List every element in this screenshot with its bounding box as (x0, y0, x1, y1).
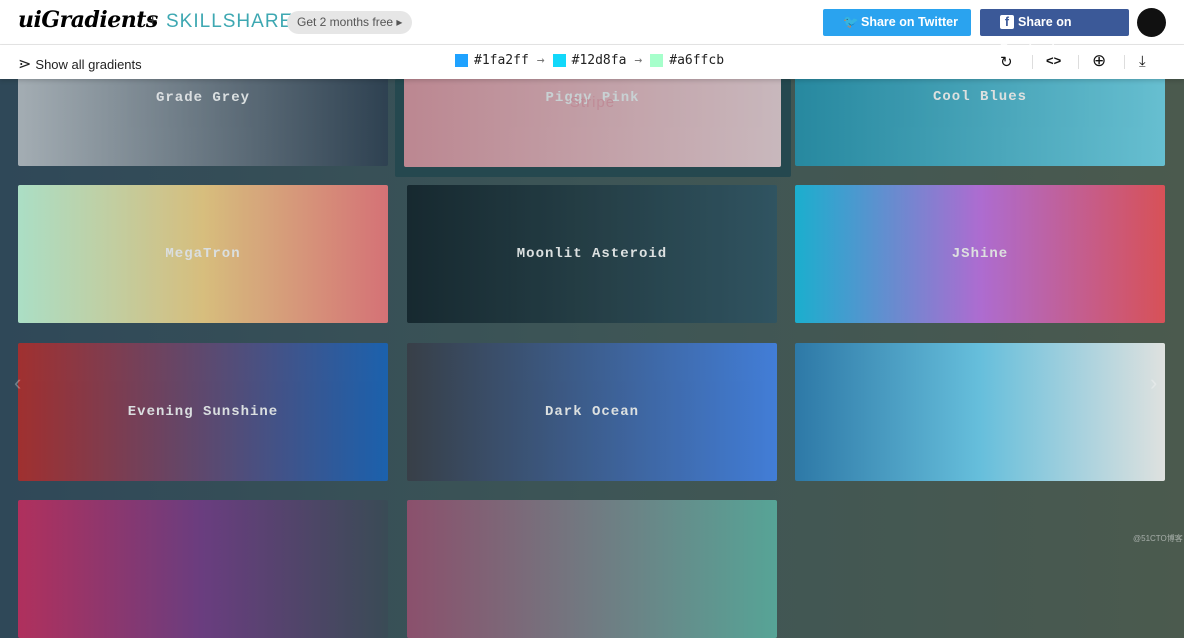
gradient-card[interactable]: MegaTron (18, 185, 388, 323)
color-swatch (552, 54, 566, 67)
color-hex[interactable]: #a6ffcb (669, 53, 724, 68)
gradient-name: Evening Sunshine (127, 404, 279, 420)
github-icon[interactable] (1137, 8, 1166, 37)
code-icon[interactable]: <> (1046, 53, 1061, 68)
facebook-icon: f (1000, 15, 1014, 29)
color-swatch (650, 54, 664, 67)
gradient-card[interactable]: Moonlit Asteroid (407, 185, 777, 323)
gradient-card[interactable]: Dark Ocean (407, 343, 777, 481)
download-icon[interactable]: ⤓ (1139, 53, 1146, 70)
arrow-icon: → (536, 53, 545, 68)
show-all-gradients-button[interactable]: ⋗ Show all gradients (18, 54, 142, 74)
gradient-name: Moonlit Asteroid (516, 246, 668, 262)
gradient-name: Cool Blues (932, 89, 1027, 105)
rotate-icon[interactable]: ↻ (1000, 53, 1013, 71)
next-arrow-icon[interactable]: › (1150, 370, 1157, 396)
gradient-card[interactable] (18, 500, 388, 638)
twitter-label: Share on Twitter (861, 15, 959, 29)
gradient-card[interactable] (795, 343, 1165, 481)
arrow-icon: → (634, 53, 643, 68)
plus-sign: + (148, 13, 158, 30)
color-swatch (455, 54, 468, 67)
color-hex[interactable]: #12d8fa (572, 53, 627, 68)
gradient-card[interactable]: Evening Sunshine (18, 343, 388, 481)
show-all-label: Show all gradients (35, 57, 142, 72)
toolbar: ⋗ Show all gradients #1fa2ff → #12d8fa → #a… (0, 45, 1184, 79)
promo-button[interactable]: Get 2 months free ▸ (287, 11, 413, 34)
divider (1124, 55, 1125, 69)
watermark: @51CTO博客 (1133, 534, 1183, 543)
gradient-name: Grade Grey (155, 90, 250, 106)
header: uiGradients + SKILLSHARE Get 2 months fr… (0, 0, 1184, 56)
skillshare-logo[interactable]: SKILLSHARE (166, 11, 293, 33)
divider (1078, 55, 1079, 69)
gradient-card[interactable] (407, 500, 777, 638)
add-icon[interactable]: ⊕ (1092, 51, 1106, 71)
menu-arrow-icon: ⋗ (18, 56, 32, 73)
share-facebook-button[interactable]: fShare on Facebook (980, 9, 1129, 56)
gradient-name: JShine (951, 246, 1009, 262)
logo[interactable]: uiGradients (18, 7, 158, 33)
gradient-card[interactable]: JShine (795, 185, 1165, 323)
twitter-icon: 🐦 (843, 15, 859, 29)
overlay-text: Stripe (569, 94, 616, 111)
current-colors: #1fa2ff → #12d8fa → #a6ffcb (455, 53, 724, 68)
gradient-name: MegaTron (165, 246, 241, 262)
prev-arrow-icon[interactable]: ‹ (14, 370, 21, 396)
share-twitter-button[interactable]: 🐦 Share on Twitter (823, 9, 971, 36)
color-hex[interactable]: #1fa2ff (474, 53, 529, 68)
gradient-name: Dark Ocean (544, 404, 639, 420)
divider (1032, 55, 1033, 69)
